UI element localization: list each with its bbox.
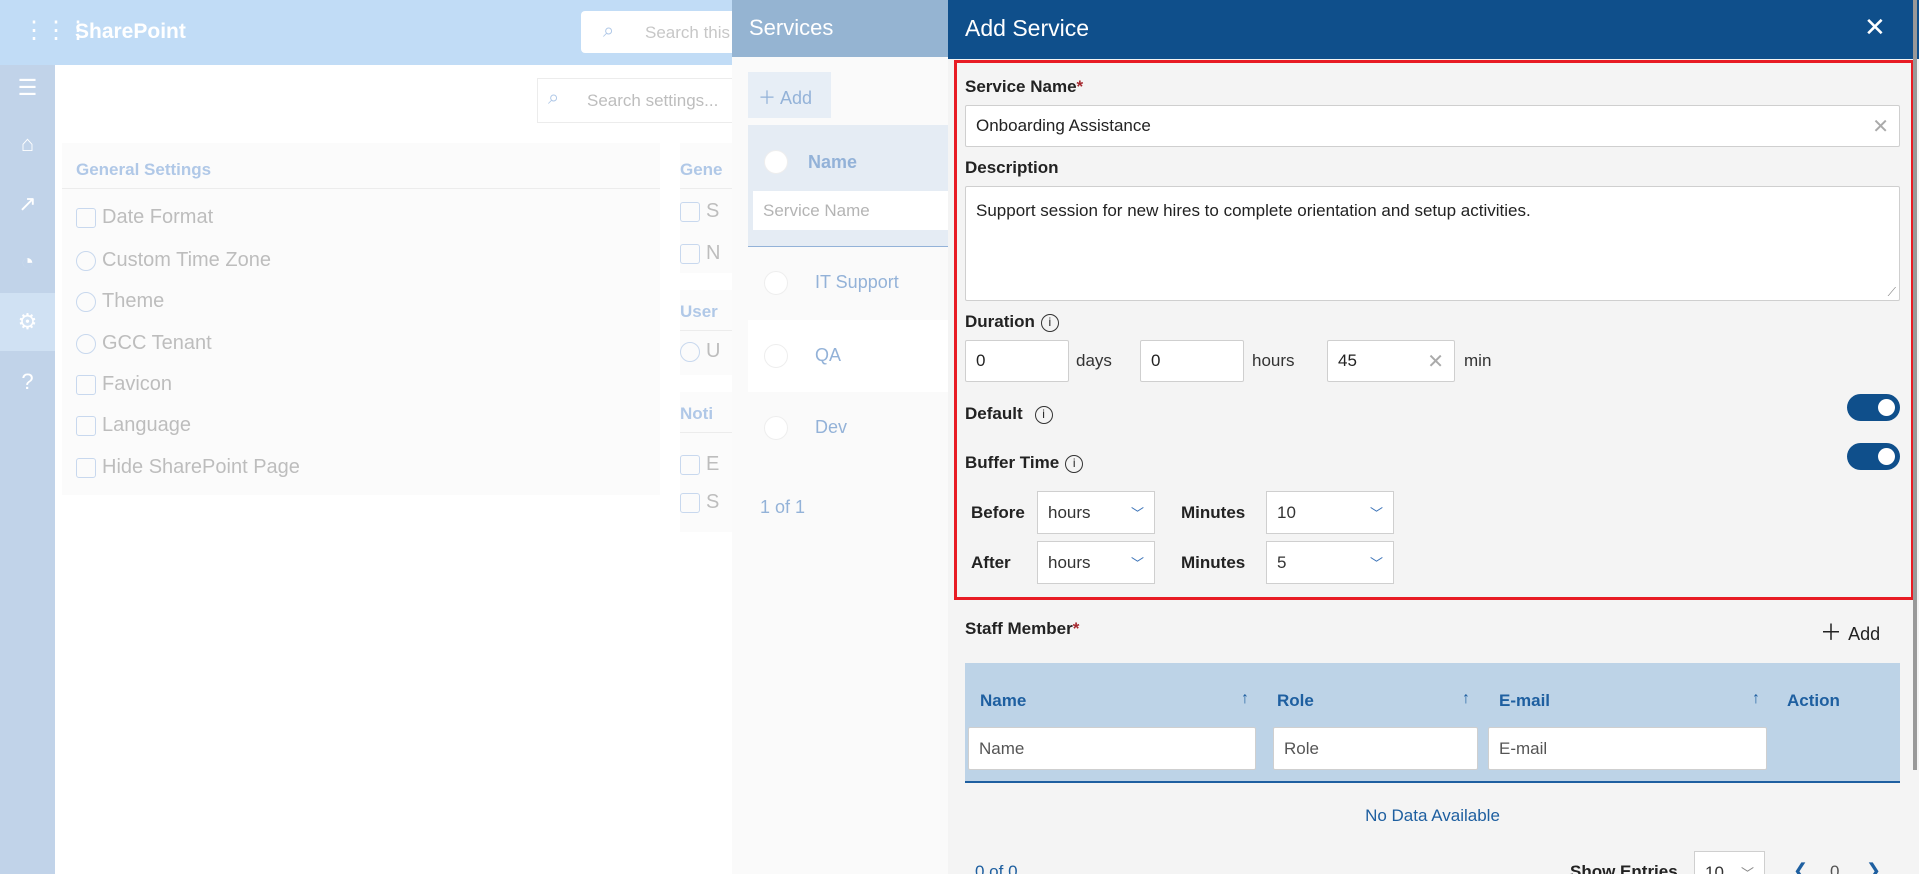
chevron-down-icon: ﹀ [1369,506,1383,521]
panel-header: Add Service ✕ [948,0,1919,59]
minutes-input[interactable]: 45 ✕ [1327,340,1455,382]
page-number: 0 [1830,862,1840,874]
column-role[interactable]: Role [1277,691,1314,711]
info-icon[interactable]: i [1065,454,1084,473]
column-action: Action [1787,691,1840,710]
days-input[interactable]: 0 [965,340,1069,382]
next-page-icon[interactable]: ❯ [1866,860,1881,874]
default-toggle[interactable] [1847,394,1900,421]
select-value: hours [1048,552,1091,572]
minutes-label: Minutes [1181,553,1246,572]
scrollbar[interactable] [1913,0,1917,770]
entries-select[interactable]: 10 ﹀ [1694,851,1765,874]
select-value: 5 [1277,552,1287,572]
chevron-down-icon: ﹀ [1130,506,1144,521]
name-filter-input[interactable]: Name [968,727,1256,770]
select-value: hours [1048,502,1091,522]
hours-unit: hours [1252,351,1295,370]
sort-arrow-up-icon[interactable]: ↑ [1241,690,1249,708]
days-unit: days [1076,351,1112,370]
staff-table-header: Name ↑ Role ↑ E-mail ↑ Action Name Role … [965,663,1900,783]
add-label: Add [1848,624,1881,644]
column-name[interactable]: Name [980,691,1026,711]
service-name-input[interactable]: Onboarding Assistance ✕ [965,105,1900,147]
buffer-time-label: Buffer Time i [965,453,1084,473]
column-email[interactable]: E-mail [1499,691,1550,711]
service-name-label: Service Name* [965,77,1084,96]
panel-title: Add Service [965,15,1090,41]
empty-message: No Data Available [1365,806,1500,825]
staff-member-label: Staff Member* [965,619,1080,638]
modal-overlay[interactable] [0,0,948,874]
duration-label: Duration i [965,312,1059,332]
sort-arrow-up-icon[interactable]: ↑ [1462,690,1470,708]
show-entries-label: Show Entries [1570,862,1678,874]
buffer-time-toggle[interactable] [1847,443,1900,470]
before-label: Before [971,503,1025,522]
description-textarea[interactable]: Support session for new hires to complet… [965,186,1900,301]
chevron-down-icon: ﹀ [1369,556,1383,571]
chevron-down-icon: ﹀ [1740,866,1754,874]
description-label: Description [965,158,1059,177]
default-label: Default i [965,404,1053,424]
clear-icon[interactable]: ✕ [1872,114,1889,139]
chevron-down-icon: ﹀ [1130,556,1144,571]
min-unit: min [1464,351,1492,370]
hours-input[interactable]: 0 [1140,340,1244,382]
minutes-label: Minutes [1181,503,1246,522]
info-icon[interactable]: i [1040,313,1059,332]
record-count: 0 of 0 [975,862,1018,874]
after-minutes-select[interactable]: 5 ﹀ [1266,541,1394,584]
add-service-panel: Add Service ✕ Service Name* Onboarding A… [948,0,1919,874]
before-minutes-select[interactable]: 10 ﹀ [1266,491,1394,534]
email-filter-input[interactable]: E-mail [1488,727,1767,770]
sort-arrow-up-icon[interactable]: ↑ [1752,690,1760,708]
info-icon[interactable]: i [1034,405,1053,424]
before-unit-select[interactable]: hours ﹀ [1037,491,1155,534]
prev-page-icon[interactable]: ❮ [1793,860,1808,874]
select-value: 10 [1705,862,1724,874]
after-label: After [971,553,1011,572]
select-value: 10 [1277,502,1296,522]
resize-handle-icon[interactable]: ⟋ [1888,285,1896,300]
close-icon[interactable]: ✕ [1864,12,1886,43]
role-filter-input[interactable]: Role [1273,727,1478,770]
add-staff-button[interactable]: ＋ Add [1820,615,1880,647]
plus-icon: ＋ [1820,620,1849,645]
clear-icon[interactable]: ✕ [1427,349,1444,374]
input-value: 45 [1338,351,1357,370]
after-unit-select[interactable]: hours ﹀ [1037,541,1155,584]
textarea-value: Support session for new hires to complet… [976,201,1531,220]
input-value: Onboarding Assistance [976,116,1151,135]
